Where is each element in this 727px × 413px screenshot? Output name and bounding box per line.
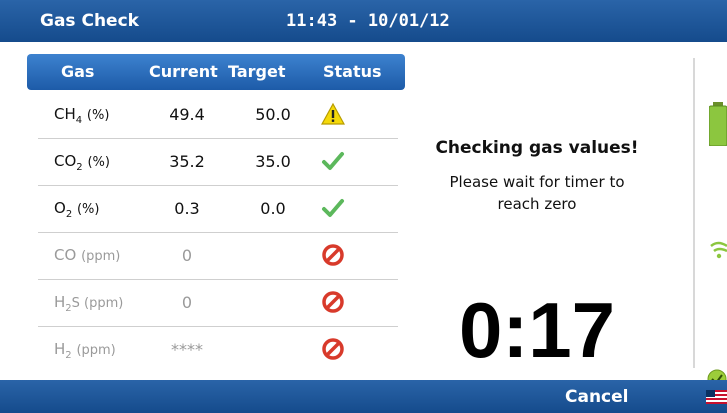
column-header-status: Status [323,62,382,81]
status-message: Checking gas values! Please wait for tim… [432,138,642,215]
wifi-icon [710,241,727,259]
gas-name: CO2 (%) [54,152,110,173]
table-row: H2 (ppm) **** [38,327,398,373]
datetime: 11:43 - 10/01/12 [286,11,450,31]
warning-icon [321,102,345,125]
column-header-target: Target [228,62,286,81]
vertical-divider [693,58,695,368]
gas-name: O2 (%) [54,199,100,220]
table-row: CO2 (%) 35.2 35.0 [38,139,398,186]
check-icon [322,152,344,170]
target-value: 50.0 [255,105,291,124]
message-title: Checking gas values! [435,138,639,158]
target-value: 35.0 [255,152,291,171]
table-row: CH4 (%) 49.4 50.0 [38,92,398,139]
no-icon [322,291,344,313]
title-bar: Gas Check 11:43 - 10/01/12 [0,0,727,42]
gas-name: H2 (ppm) [54,340,116,361]
app-title: Gas Check [40,11,139,31]
table-row: H2S (ppm) 0 [38,280,398,327]
column-header-current: Current [149,62,218,81]
gas-name: H2S (ppm) [54,293,124,314]
no-icon [322,338,344,360]
no-icon [322,244,344,266]
main-content: Gas Current Target Status CH4 (%) 49.4 5… [0,42,727,389]
cancel-button[interactable]: Cancel [565,387,628,407]
target-value: 0.0 [260,199,286,218]
battery-icon [709,102,727,146]
column-header-gas: Gas [61,62,95,81]
current-value: **** [171,340,203,359]
current-value: 0 [181,293,193,312]
check-icon [322,199,344,217]
table-row: CO (ppm) 0 [38,233,398,280]
current-value: 0.3 [174,199,200,218]
current-value: 35.2 [169,152,205,171]
table-row: O2 (%) 0.3 0.0 [38,186,398,233]
flag-icon[interactable] [706,390,727,404]
current-value: 0 [181,246,193,265]
message-body: Please wait for timer to reach zero [449,173,625,213]
countdown-timer: 0:17 [458,286,616,374]
gas-name: CO (ppm) [54,246,121,264]
table-header: Gas Current Target Status [27,54,405,90]
bottom-bar: Cancel [0,380,727,413]
current-value: 49.4 [169,105,205,124]
gas-name: CH4 (%) [54,105,110,126]
